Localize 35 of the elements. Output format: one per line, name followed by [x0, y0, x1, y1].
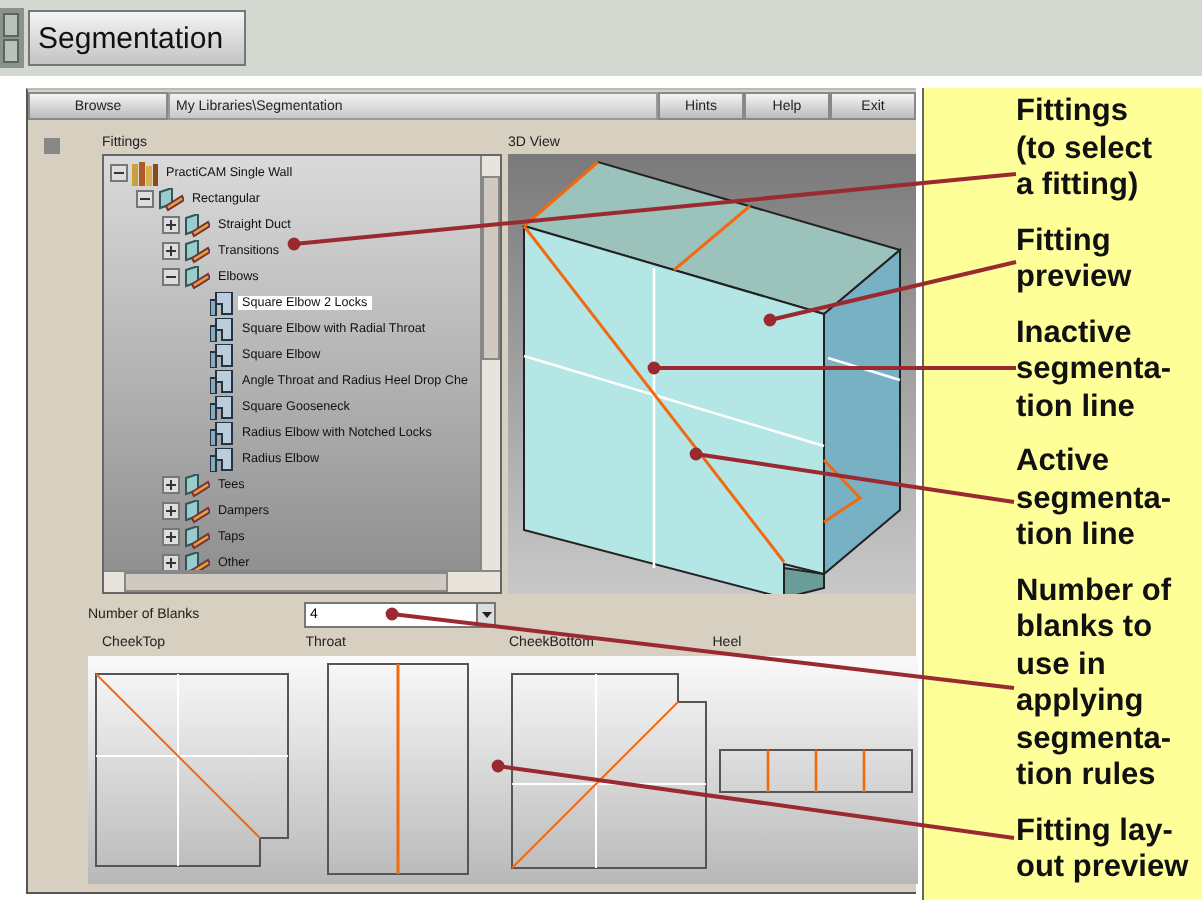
callout-text: Active segmenta- tion line — [1016, 444, 1174, 555]
horizontal-scrollbar[interactable] — [104, 570, 500, 592]
duct-icon — [184, 525, 210, 549]
duct-icon — [184, 265, 210, 289]
callout-text: Inactive segmenta- tion line — [1016, 315, 1174, 426]
duct-icon — [158, 187, 184, 211]
collapse-icon[interactable] — [162, 268, 180, 286]
expand-icon[interactable] — [162, 476, 180, 494]
collapse-icon[interactable] — [136, 190, 154, 208]
elbow-icon — [210, 343, 234, 367]
collapse-icon[interactable] — [110, 164, 128, 182]
expand-icon[interactable] — [162, 216, 180, 234]
duct-icon — [184, 473, 210, 497]
vertical-scrollbar[interactable] — [480, 156, 500, 572]
expand-icon[interactable] — [162, 242, 180, 260]
elbow-icon — [210, 421, 234, 445]
callout-text: Fittings (to select a fitting) — [1016, 94, 1155, 205]
duct-icon — [184, 213, 210, 237]
expand-icon[interactable] — [162, 528, 180, 546]
duct-icon — [184, 499, 210, 523]
elbow-icon — [210, 369, 234, 393]
books-icon — [132, 161, 158, 185]
callout-text: Number of blanks to use in applying segmenta- tion rules — [1016, 573, 1174, 795]
duct-icon — [184, 239, 210, 263]
callout-text: Fitting lay- out preview — [1016, 813, 1191, 887]
elbow-icon — [210, 291, 234, 315]
caret-icon — [481, 611, 491, 617]
square-icon — [44, 138, 60, 154]
elbow-icon — [210, 395, 234, 419]
segmentation-button[interactable]: Segmentation — [28, 10, 246, 66]
callout-text: Fitting preview — [1016, 223, 1134, 297]
elbow-icon — [210, 317, 234, 341]
expand-icon[interactable] — [162, 502, 180, 520]
cabinet-icon — [0, 8, 24, 68]
elbow-icon — [210, 447, 234, 471]
